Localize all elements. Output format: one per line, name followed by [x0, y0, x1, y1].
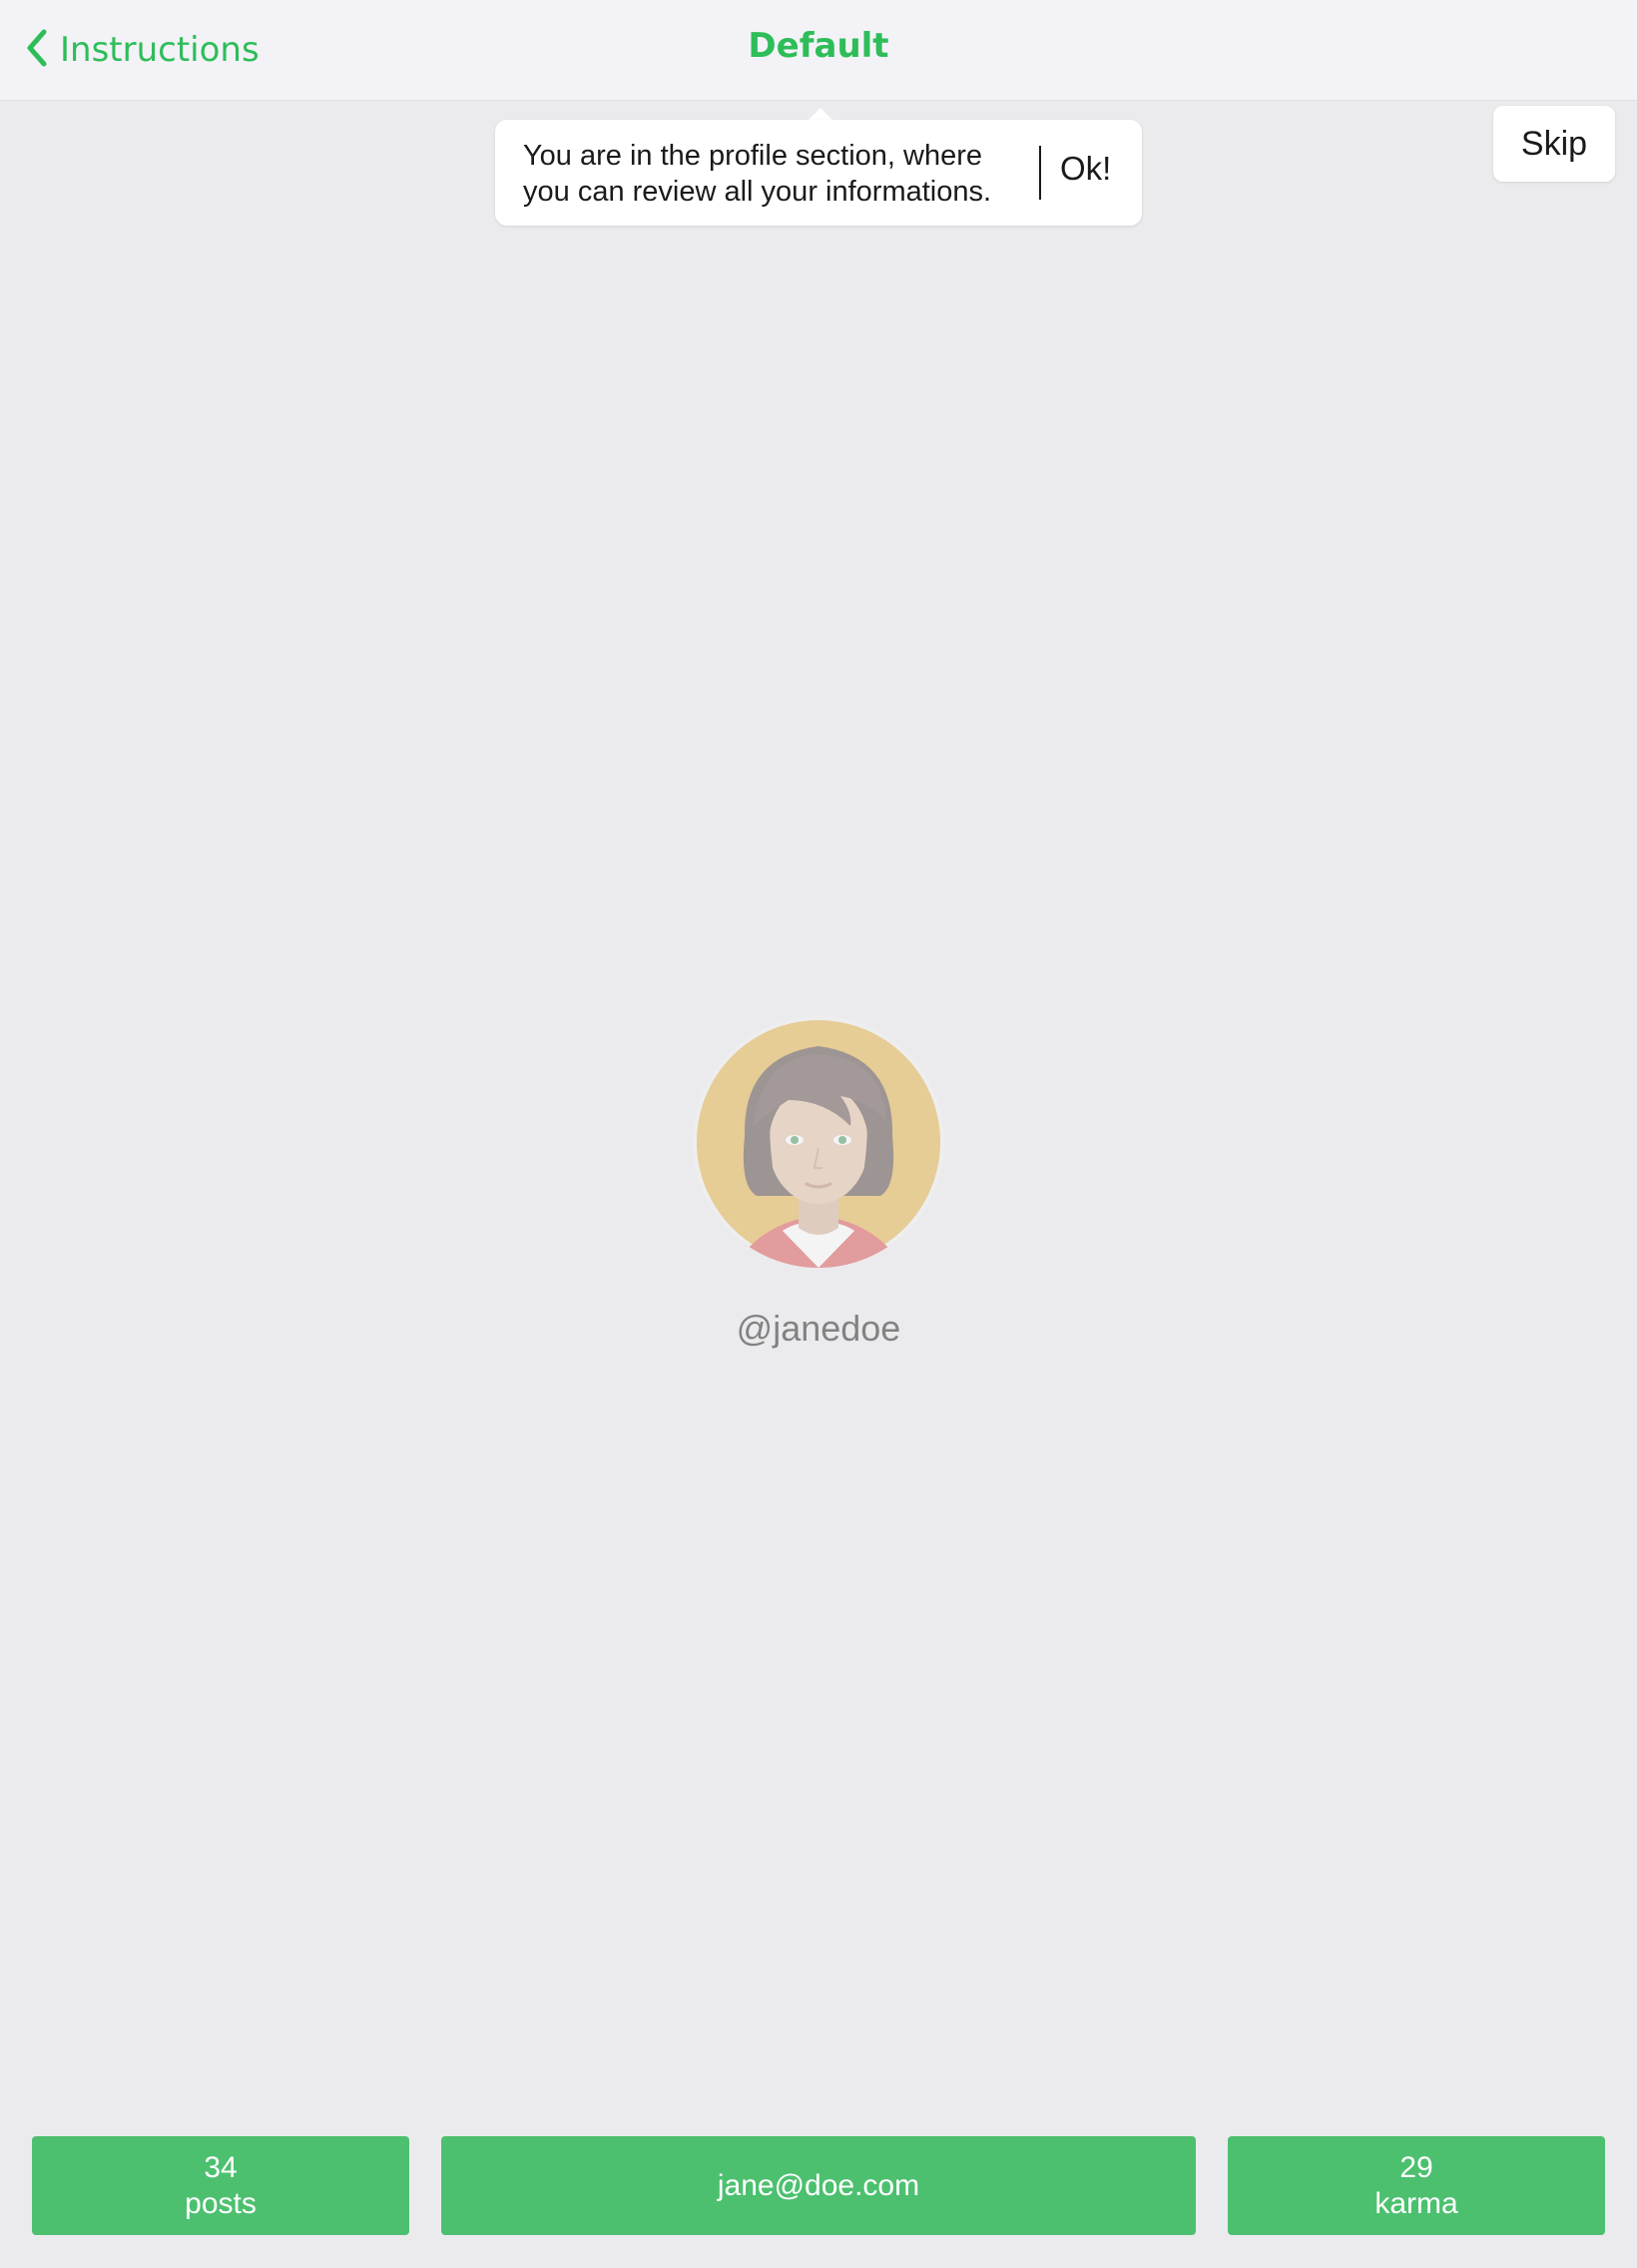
- onboarding-tooltip: You are in the profile section, where yo…: [495, 120, 1142, 226]
- page-title: Default: [748, 26, 889, 66]
- karma-stat-button[interactable]: 29 karma: [1228, 2136, 1605, 2235]
- ok-button[interactable]: Ok!: [1060, 150, 1111, 188]
- posts-stat-button[interactable]: 34 posts: [32, 2136, 409, 2235]
- karma-count: 29: [1399, 2150, 1433, 2184]
- email-label: jane@doe.com: [717, 2168, 920, 2202]
- email-button[interactable]: jane@doe.com: [441, 2136, 1196, 2235]
- tooltip-divider: [1039, 146, 1041, 200]
- skip-button[interactable]: Skip: [1493, 106, 1615, 182]
- tooltip-text: You are in the profile section, where yo…: [523, 138, 1042, 210]
- username: @janedoe: [736, 1308, 901, 1349]
- karma-label: karma: [1374, 2186, 1458, 2220]
- posts-label: posts: [185, 2186, 257, 2220]
- user-avatar-icon: [693, 1016, 944, 1268]
- navigation-bar: Instructions Default: [0, 0, 1637, 101]
- posts-count: 34: [204, 2150, 238, 2184]
- tooltip-line-1: You are in the profile section, where: [523, 140, 982, 172]
- tooltip-arrow: [809, 108, 832, 120]
- tooltip-line-2: you can review all your informations.: [523, 176, 992, 208]
